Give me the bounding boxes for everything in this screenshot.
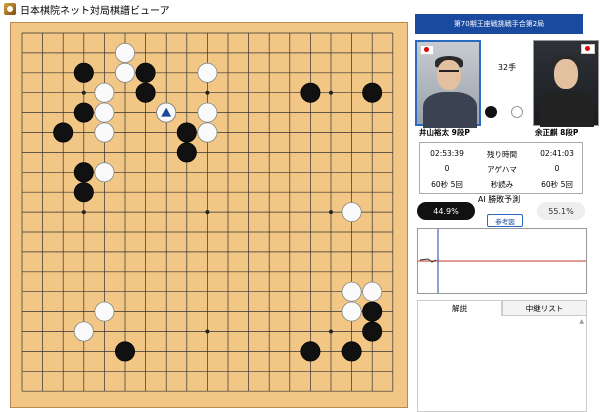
- white-player-name: 余正麒 8段P: [535, 128, 579, 137]
- black-stone: [53, 122, 74, 143]
- tab-relay-list[interactable]: 中継リスト: [502, 300, 587, 316]
- japan-flag-icon: [581, 44, 595, 54]
- black-stone: [73, 102, 94, 123]
- star-point: [205, 210, 210, 215]
- white-stone: [341, 202, 362, 223]
- stats-table: 02:53:39 残り時間 02:41:03 0 アゲハマ 0 60秒 5回 秒…: [419, 142, 583, 194]
- tab-commentary[interactable]: 解説: [417, 300, 502, 316]
- info-panel: 第70期王座戦挑戦手合第2局 32手 井山裕太 9段P 余正麒 8段P 02:5…: [415, 14, 600, 412]
- tab-bar: 解説 中継リスト: [417, 300, 587, 316]
- white-stone: [115, 42, 136, 63]
- white-stone: [94, 162, 115, 183]
- black-win-rate: 44.9%: [417, 202, 475, 220]
- go-board[interactable]: [10, 22, 408, 408]
- white-stone: [94, 122, 115, 143]
- black-stone: [73, 62, 94, 83]
- star-point: [205, 329, 210, 334]
- black-remaining-time: 02:53:39: [430, 149, 464, 158]
- black-stone: [73, 182, 94, 203]
- white-win-rate: 55.1%: [537, 202, 585, 220]
- black-byoyomi: 60秒 5回: [431, 180, 463, 189]
- board-grid[interactable]: [11, 23, 409, 409]
- app-icon: [4, 3, 16, 15]
- white-byoyomi: 60秒 5回: [541, 180, 573, 189]
- window-title: 日本棋院ネット対局棋譜ビューア: [20, 5, 170, 17]
- white-captures: 0: [554, 164, 560, 173]
- black-stone: [176, 122, 197, 143]
- white-stone: [94, 102, 115, 123]
- white-stone: [115, 62, 136, 83]
- tab-panel: ▲: [417, 316, 587, 412]
- black-stone: [300, 341, 321, 362]
- star-point: [81, 210, 86, 215]
- black-stone: [362, 82, 383, 103]
- star-point: [329, 210, 333, 215]
- star-point: [329, 90, 333, 95]
- black-player-card: [415, 40, 481, 128]
- stats-row: 60秒 5回 秒読み 60秒 5回: [420, 179, 582, 192]
- white-stone-icon: [511, 106, 523, 118]
- stats-row: 02:53:39 残り時間 02:41:03: [420, 149, 582, 162]
- black-stone: [115, 341, 136, 362]
- white-stone: [362, 281, 383, 302]
- move-count: 32手: [497, 63, 517, 72]
- win-rate-graph: [417, 228, 587, 294]
- black-captures: 0: [444, 164, 450, 173]
- remaining-time-label: 残り時間: [487, 150, 517, 159]
- reference-button[interactable]: 参考図: [487, 214, 523, 227]
- white-stone: [197, 102, 218, 123]
- black-stone: [176, 142, 197, 163]
- black-stone: [341, 341, 362, 362]
- stats-row: 0 アゲハマ 0: [420, 164, 582, 177]
- japan-flag-icon: [420, 45, 434, 55]
- black-stone: [300, 82, 321, 103]
- black-stone: [135, 62, 156, 83]
- black-stone: [362, 321, 383, 342]
- black-stone: [362, 301, 383, 322]
- white-player-card: [533, 40, 599, 127]
- star-point: [81, 90, 86, 95]
- captures-label: アゲハマ: [487, 165, 517, 174]
- white-stone: [197, 122, 218, 143]
- match-title: 第70期王座戦挑戦手合第2局: [415, 14, 583, 34]
- white-stone: [341, 301, 362, 322]
- white-stone: [94, 82, 115, 103]
- black-stone: [135, 82, 156, 103]
- white-stone: [94, 301, 115, 322]
- black-stone: [73, 162, 94, 183]
- white-stone: [73, 321, 94, 342]
- scroll-up-icon[interactable]: ▲: [579, 318, 584, 325]
- star-point: [329, 329, 333, 334]
- white-stone: [197, 62, 218, 83]
- white-remaining-time: 02:41:03: [540, 149, 574, 158]
- white-stone: [341, 281, 362, 302]
- black-stone-icon: [485, 106, 497, 118]
- byoyomi-label: 秒読み: [490, 180, 514, 189]
- star-point: [205, 90, 210, 95]
- black-player-name: 井山裕太 9段P: [419, 128, 470, 137]
